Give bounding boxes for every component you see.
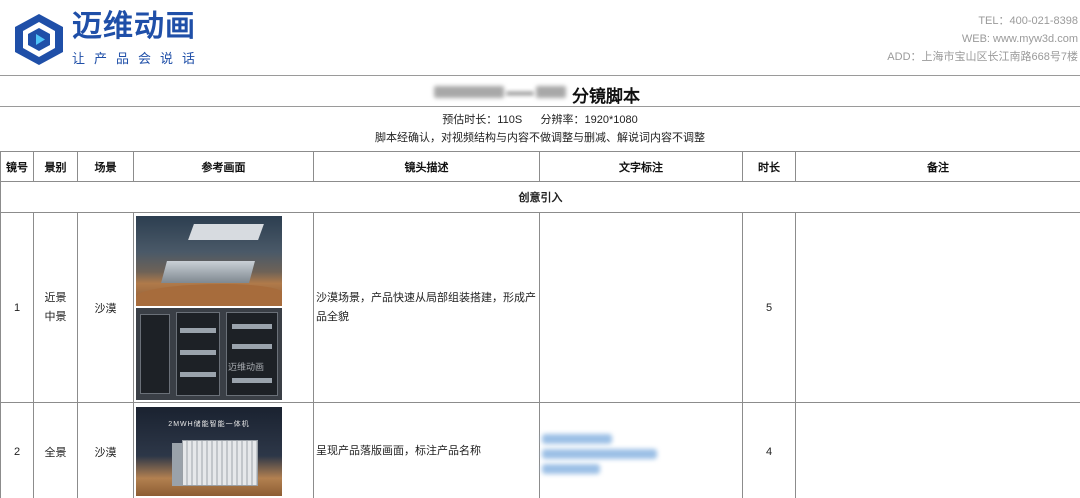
contact-address: ADD：上海市宝山区长江南路668号7楼 [887,51,1078,63]
confirmation-note: 脚本经确认，对视频结构与内容不做调整与删减、解说词内容不调整 [375,132,705,144]
image-caption: 2MWH储能智能一体机 [168,421,250,428]
shot-notes [795,212,1080,403]
brand-name: 迈维动画 [72,10,196,43]
header-shot-no: 镜号 [0,151,34,182]
document-title: 分镜脚本 [572,87,640,106]
shot-duration: 5 [742,212,796,403]
table-row: 1 近景 中景 沙漠 迈维动画 沙漠场景，产品快速从局部组装搭建，形成产品全貌 … [0,212,1080,403]
shot-description: 呈现产品落版画面，标注产品名称 [313,402,540,498]
header-reference: 参考画面 [133,151,314,182]
redacted-project-name [434,85,570,99]
redacted-annotation-line [542,449,657,459]
shot-description: 沙漠场景，产品快速从局部组装搭建，形成产品全貌 [313,212,540,403]
shot-size-a: 近景 [44,291,67,304]
shot-size: 全景 [33,402,78,498]
brand-block: 迈维动画 让产品会说话 [72,10,204,67]
section-row: 创意引入 [0,181,1080,213]
brand-slogan: 让产品会说话 [72,51,205,66]
shot-size: 近景 中景 [33,212,78,403]
reference-images: 迈维动画 [133,212,314,403]
contact-info: TEL：400-021-8398 WEB: www.myw3d.com ADD：… [887,12,1078,66]
shot-notes [795,402,1080,498]
page-header: 迈维动画 让产品会说话 TEL：400-021-8398 WEB: www.my… [0,0,1080,75]
reference-images: 2MWH储能智能一体机 [133,402,314,498]
shot-number: 2 [0,402,34,498]
redacted-annotation-line [542,464,600,474]
storyboard-table: 镜号 景别 场景 参考画面 镜头描述 文字标注 时长 备注 创意引入 1 近景 … [0,151,1080,498]
text-annotation [539,402,743,498]
header-notes: 备注 [795,151,1080,182]
reference-image-container: 2MWH储能智能一体机 [136,407,282,496]
contact-tel: TEL：400-021-8398 [978,15,1078,27]
redacted-annotation-line [542,434,612,444]
header-scene: 场景 [77,151,134,182]
watermark: 迈维动画 [228,361,265,372]
document-title-bar: 分镜脚本 [0,75,1080,107]
text-annotation [539,212,743,403]
header-shot-size: 景别 [33,151,78,182]
shot-size-b: 中景 [44,310,67,323]
table-header-row: 镜号 景别 场景 参考画面 镜头描述 文字标注 时长 备注 [0,151,1080,182]
section-title: 创意引入 [0,181,1080,213]
scene: 沙漠 [77,212,134,403]
header-description: 镜头描述 [313,151,540,182]
table-row: 2 全景 沙漠 2MWH储能智能一体机 呈现产品落版画面，标注产品名称 4 [0,402,1080,498]
reference-image-assembly [136,215,282,306]
header-annotation: 文字标注 [539,151,743,182]
contact-web: WEB: www.myw3d.com [961,33,1078,45]
reference-image-rack: 迈维动画 [136,307,282,400]
document-info: 预估时长：110S 分辨率：1920*1080 脚本经确认，对视频结构与内容不做… [0,108,1080,151]
shot-number: 1 [0,212,34,403]
scene: 沙漠 [77,402,134,498]
duration-resolution: 预估时长：110S 分辨率：1920*1080 [442,114,638,126]
brand-logo-icon [15,14,63,65]
shot-duration: 4 [742,402,796,498]
header-duration: 时长 [742,151,796,182]
